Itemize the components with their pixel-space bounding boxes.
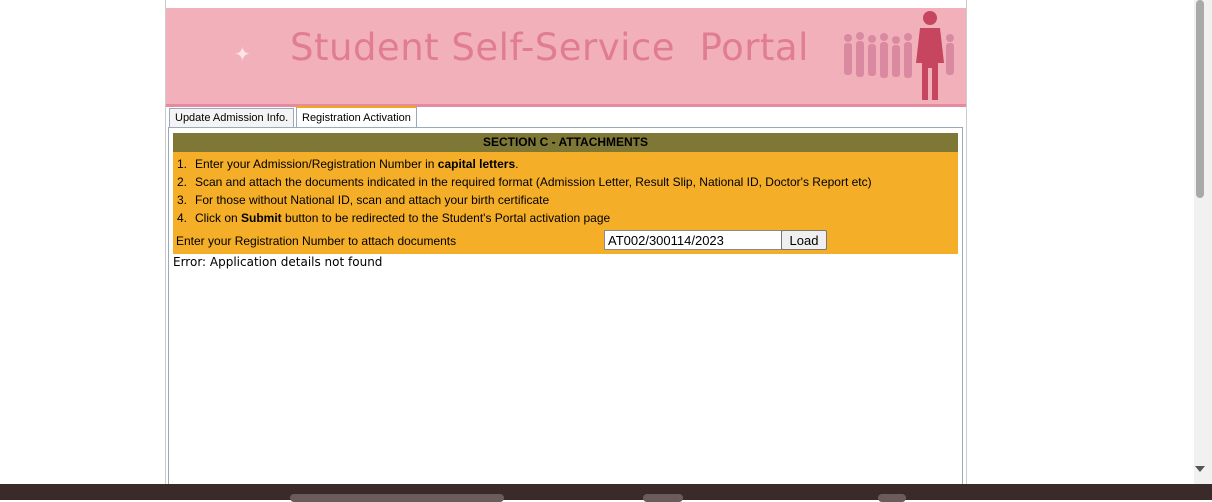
instruction-item: 1. Enter your Admission/Registration Numb… (177, 157, 519, 171)
portal-banner: ✦ Student Self-Service Portal (166, 8, 966, 107)
scroll-down-arrow-icon[interactable] (1195, 466, 1205, 472)
tab-content-panel: SECTION C - ATTACHMENTS 1. Enter your Adm… (168, 127, 963, 485)
vertical-scrollbar[interactable] (1194, 0, 1212, 484)
taskbar-app-icon[interactable] (878, 494, 906, 502)
banner-title: Student Self-Service Portal (290, 26, 809, 69)
section-header: SECTION C - ATTACHMENTS (173, 133, 958, 152)
error-message: Error: Application details not found (173, 255, 383, 269)
instruction-item: 4. Click on Submit button to be redirecte… (177, 211, 611, 225)
load-button[interactable]: Load (781, 230, 827, 250)
students-silhouette-icon (844, 11, 954, 100)
banner-title-part1: Student Self-Service (290, 26, 676, 69)
page-container: ✦ Student Self-Service Portal Update Adm… (165, 0, 967, 485)
instructions-panel: 1. Enter your Admission/Registration Numb… (173, 152, 958, 254)
instruction-item: 3. For those without National ID, scan an… (177, 193, 550, 207)
scrollbar-thumb[interactable] (1196, 0, 1204, 198)
banner-logo-icon: ✦ (234, 44, 251, 66)
registration-number-label: Enter your Registration Number to attach… (176, 234, 457, 248)
taskbar-app-icon[interactable] (643, 494, 683, 502)
tab-registration-activation[interactable]: Registration Activation (296, 106, 417, 128)
registration-number-input[interactable] (604, 230, 782, 250)
os-taskbar (0, 484, 1212, 502)
taskbar-search-box[interactable] (290, 494, 504, 502)
banner-title-part2: Portal (699, 26, 809, 69)
instruction-item: 2. Scan and attach the documents indicate… (177, 175, 872, 189)
tab-update-admission-info[interactable]: Update Admission Info. (169, 108, 295, 127)
